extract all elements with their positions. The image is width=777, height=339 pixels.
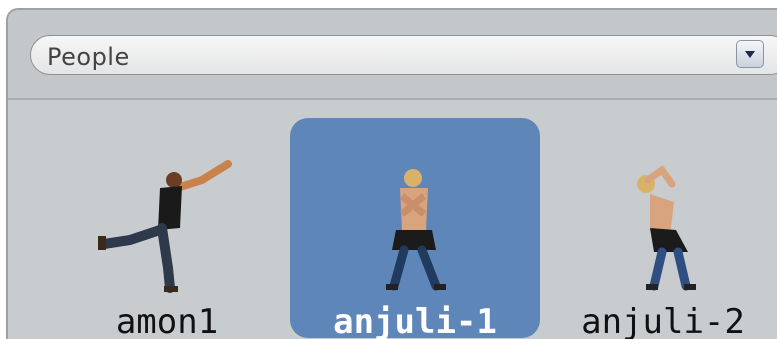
category-dropdown[interactable]: People	[30, 35, 777, 75]
dropdown-button[interactable]	[736, 40, 764, 68]
anjuli-1-thumbnail	[386, 169, 446, 291]
sprite-label-anjuli-2: anjuli-2	[581, 302, 745, 339]
category-bar: People	[8, 10, 777, 100]
sprite-library-window: People amon1 anjuli-1 anjuli-2	[0, 0, 777, 339]
chevron-down-icon	[745, 51, 755, 58]
sprite-library-panel: People amon1 anjuli-1 anjuli-2	[6, 8, 777, 339]
sprite-tile-amon1[interactable]: amon1	[42, 118, 292, 339]
amon1-thumbnail	[98, 160, 232, 293]
sprite-tile-anjuli-1[interactable]: anjuli-1	[290, 118, 540, 339]
sprite-label-amon1: amon1	[115, 302, 219, 339]
anjuli-2-thumbnail	[637, 165, 696, 291]
category-dropdown-value: People	[47, 43, 130, 71]
sprite-tile-anjuli-2[interactable]: anjuli-2	[538, 118, 777, 339]
sprite-label-anjuli-1: anjuli-1	[333, 302, 497, 339]
